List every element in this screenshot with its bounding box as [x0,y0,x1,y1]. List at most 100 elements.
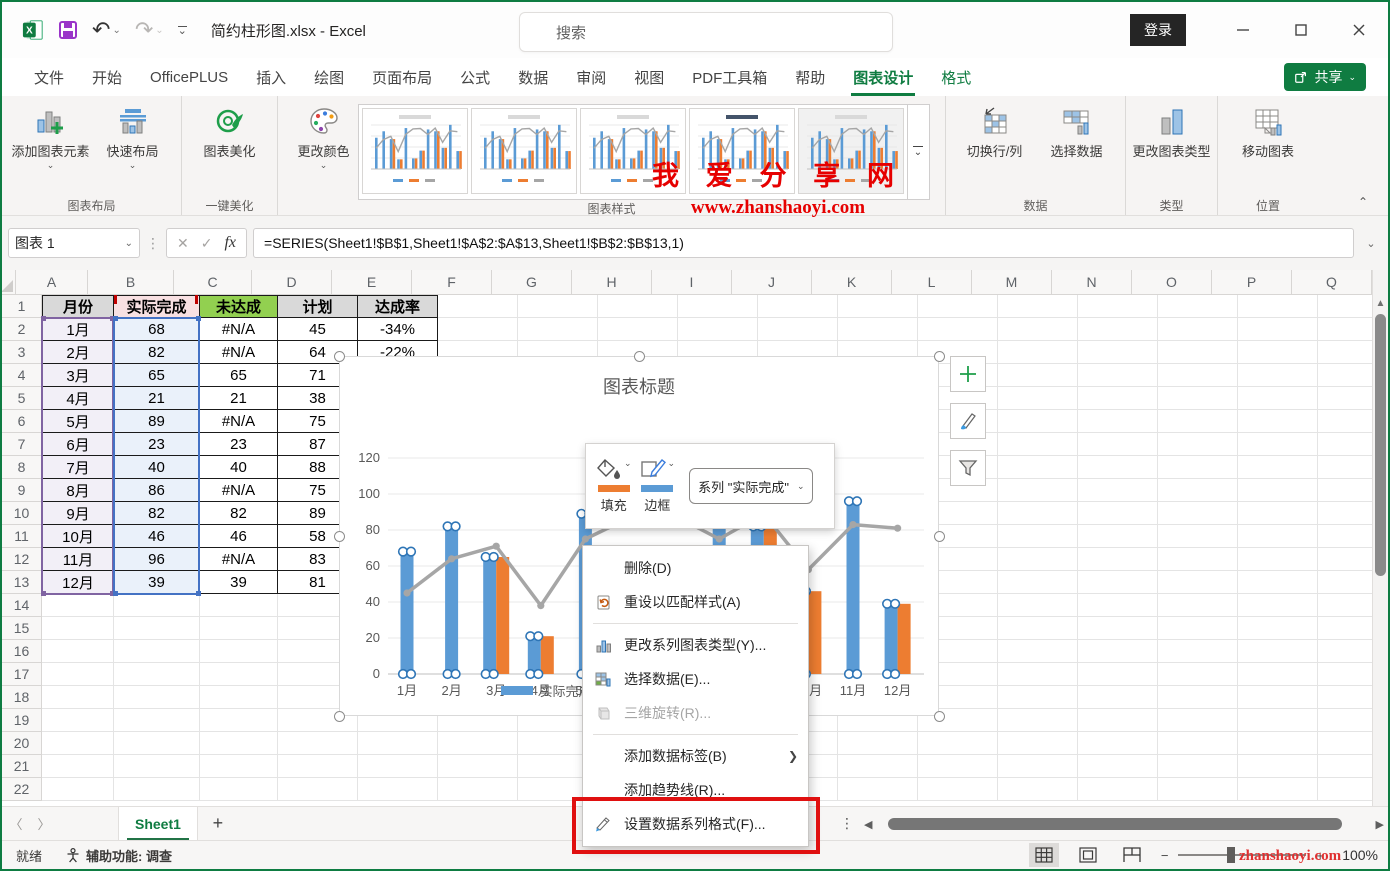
cell-C1[interactable]: 未达成 [200,295,278,318]
cell-P13[interactable] [1238,571,1318,594]
scrollbar-splitter[interactable]: ⋮ [840,815,854,832]
row-header-11[interactable]: 11 [2,525,42,548]
cell-I1[interactable] [678,295,758,318]
cell-O5[interactable] [1158,387,1238,410]
cell-N12[interactable] [1078,548,1158,571]
cell-B2[interactable]: 68 [114,318,200,341]
chart-beautify-button[interactable]: 图表美化 [189,100,271,160]
cell-P6[interactable] [1238,410,1318,433]
cell-B8[interactable]: 40 [114,456,200,479]
cell-J1[interactable] [758,295,838,318]
column-header-A[interactable]: A [16,270,88,295]
cell-B13[interactable]: 39 [114,571,200,594]
row-header-10[interactable]: 10 [2,502,42,525]
customize-qat-button[interactable]: ⌄ [178,26,187,35]
gallery-more-button[interactable]: ⌄ [907,105,929,199]
column-header-K[interactable]: K [812,270,892,295]
cell-O2[interactable] [1158,318,1238,341]
cell-M4[interactable] [998,364,1078,387]
cell-P20[interactable] [1238,732,1318,755]
horizontal-scroll-thumb[interactable] [888,818,1341,830]
chart-filters-button[interactable] [950,450,986,486]
row-header-13[interactable]: 13 [2,571,42,594]
chart-style-thumbnail-3[interactable] [580,108,686,194]
cell-P21[interactable] [1238,755,1318,778]
cell-B11[interactable]: 46 [114,525,200,548]
cell-Q6[interactable] [1318,410,1372,433]
select-data-button[interactable]: 选择数据 [1036,100,1118,160]
row-header-8[interactable]: 8 [2,456,42,479]
column-header-P[interactable]: P [1212,270,1292,295]
tab-3[interactable]: 插入 [242,58,300,96]
zoom-slider-thumb[interactable] [1227,847,1235,863]
cell-C16[interactable] [200,640,278,663]
cell-P7[interactable] [1238,433,1318,456]
cell-B17[interactable] [114,663,200,686]
collapse-ribbon-button[interactable]: ⌃ [1358,195,1368,209]
row-header-14[interactable]: 14 [2,594,42,617]
cell-Q8[interactable] [1318,456,1372,479]
row-header-19[interactable]: 19 [2,709,42,732]
cell-N13[interactable] [1078,571,1158,594]
undo-button[interactable]: ↶ ⌄ [92,17,121,43]
cell-O15[interactable] [1158,617,1238,640]
cell-O7[interactable] [1158,433,1238,456]
cell-N7[interactable] [1078,433,1158,456]
cell-A8[interactable]: 7月 [42,456,114,479]
cell-O6[interactable] [1158,410,1238,433]
cell-A7[interactable]: 6月 [42,433,114,456]
cell-E21[interactable] [358,755,438,778]
cell-P11[interactable] [1238,525,1318,548]
cell-Q15[interactable] [1318,617,1372,640]
cell-A15[interactable] [42,617,114,640]
cell-P12[interactable] [1238,548,1318,571]
page-layout-view-button[interactable] [1073,843,1103,867]
cell-Q13[interactable] [1318,571,1372,594]
cell-P22[interactable] [1238,778,1318,801]
cell-O11[interactable] [1158,525,1238,548]
cell-P8[interactable] [1238,456,1318,479]
cell-E22[interactable] [358,778,438,801]
chart-resize-handle[interactable] [934,711,945,722]
maximize-button[interactable] [1272,2,1330,58]
cell-O16[interactable] [1158,640,1238,663]
column-header-N[interactable]: N [1052,270,1132,295]
cell-B4[interactable]: 65 [114,364,200,387]
cell-M5[interactable] [998,387,1078,410]
cell-M22[interactable] [998,778,1078,801]
cell-A13[interactable]: 12月 [42,571,114,594]
cell-C17[interactable] [200,663,278,686]
cell-N8[interactable] [1078,456,1158,479]
cell-B3[interactable]: 82 [114,341,200,364]
cell-Q4[interactable] [1318,364,1372,387]
cell-B15[interactable] [114,617,200,640]
accessibility-status[interactable]: 辅助功能: 调查 [66,846,172,865]
cell-Q17[interactable] [1318,663,1372,686]
cell-Q21[interactable] [1318,755,1372,778]
cell-L21[interactable] [918,755,998,778]
cell-C12[interactable]: #N/A [200,548,278,571]
cell-K1[interactable] [838,295,918,318]
cell-A18[interactable] [42,686,114,709]
column-header-D[interactable]: D [252,270,332,295]
menu-item-3[interactable]: 更改系列图表类型(Y)... [583,628,808,662]
cell-B19[interactable] [114,709,200,732]
cell-P17[interactable] [1238,663,1318,686]
tab-0[interactable]: 文件 [20,58,78,96]
cell-M13[interactable] [998,571,1078,594]
cell-N14[interactable] [1078,594,1158,617]
legend-item[interactable]: 实际完成 [501,681,591,700]
select-all-corner[interactable] [2,270,16,295]
tab-1[interactable]: 开始 [78,58,136,96]
cell-N10[interactable] [1078,502,1158,525]
cell-O12[interactable] [1158,548,1238,571]
cell-C14[interactable] [200,594,278,617]
sheet-tab-sheet1[interactable]: Sheet1 [118,807,198,841]
cell-Q19[interactable] [1318,709,1372,732]
cell-M3[interactable] [998,341,1078,364]
column-header-I[interactable]: I [652,270,732,295]
cell-O17[interactable] [1158,663,1238,686]
cell-M8[interactable] [998,456,1078,479]
cell-I2[interactable] [678,318,758,341]
cell-L1[interactable] [918,295,998,318]
